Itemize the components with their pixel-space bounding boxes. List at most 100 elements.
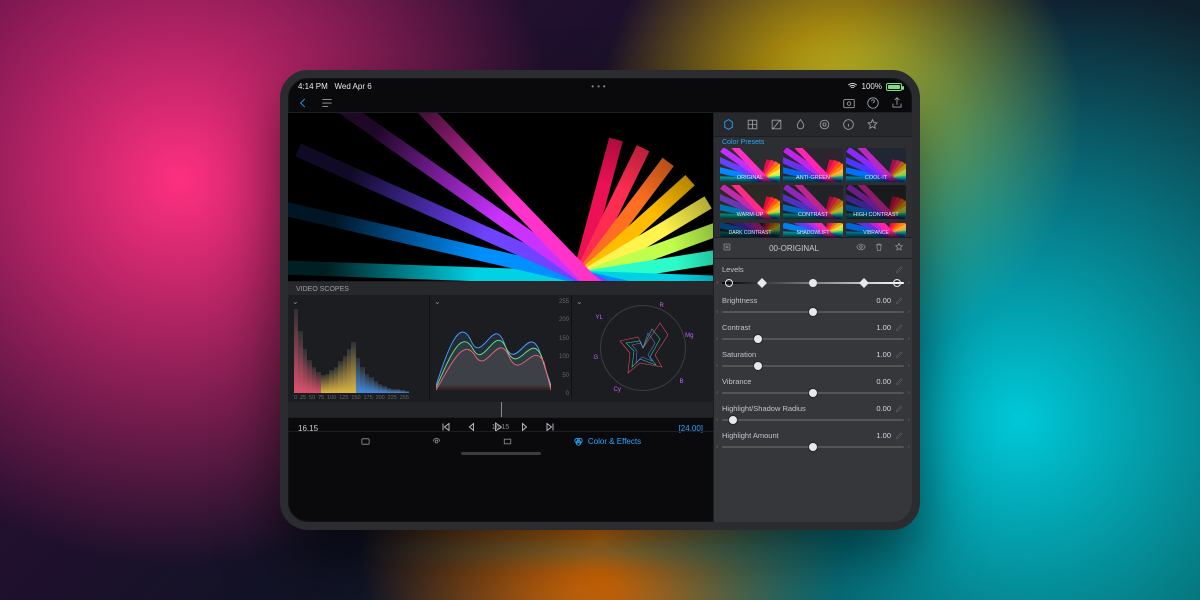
slider-highlight-amount[interactable]: Highlight Amount1.00‹› <box>722 431 904 452</box>
preset-shadowlift[interactable]: SHADOWLIFT <box>783 223 843 237</box>
status-left: 4:14 PM Wed Apr 6 <box>298 82 372 91</box>
tab-frame[interactable] <box>502 436 513 447</box>
waveform-scope[interactable]: ⌄ 255200150100500 <box>430 295 572 401</box>
levels-handle[interactable] <box>893 279 901 287</box>
slider-highlight-shadow-radius[interactable]: Highlight/Shadow Radius0.00‹› <box>722 404 904 425</box>
help-button[interactable] <box>866 96 880 110</box>
left-column: VIDEO SCOPES ⌄ 0255075100125150175200225… <box>288 113 714 522</box>
panel-tab-color[interactable] <box>722 118 735 131</box>
waveform-plot <box>436 305 551 397</box>
histogram-bars <box>294 305 409 393</box>
panel-toolbar <box>714 113 912 137</box>
tablet-frame: 4:14 PM Wed Apr 6 ••• 100% VIDEO SCOPES <box>280 70 920 530</box>
battery-icon <box>886 83 902 91</box>
wifi-icon <box>847 81 858 92</box>
playhead[interactable] <box>501 402 502 417</box>
visibility-toggle[interactable] <box>856 242 866 254</box>
status-bar: 4:14 PM Wed Apr 6 ••• 100% <box>288 78 912 94</box>
preset-dark contrast[interactable]: DARK CONTRAST <box>720 223 780 237</box>
snapshot-button[interactable] <box>842 96 856 110</box>
vtag-g: G <box>594 355 599 361</box>
slider-contrast[interactable]: Contrast1.00‹› <box>722 323 904 344</box>
add-layer-button[interactable] <box>722 242 732 254</box>
slider-thumb[interactable] <box>729 416 737 424</box>
delete-button[interactable] <box>874 242 884 254</box>
panel-tab-drop[interactable] <box>794 118 807 131</box>
panel-tab-info[interactable] <box>842 118 855 131</box>
tab-audio[interactable] <box>431 436 442 447</box>
app-toolbar <box>288 94 912 113</box>
vtag-b: B <box>679 379 683 385</box>
video-preview[interactable] <box>288 113 713 281</box>
library-button[interactable] <box>320 96 334 110</box>
slider-brightness[interactable]: Brightness0.00‹› <box>722 296 904 317</box>
preset-anti-green[interactable]: ANTI-GREEN <box>783 148 843 182</box>
pencil-icon[interactable] <box>895 350 904 359</box>
main-row: VIDEO SCOPES ⌄ 0255075100125150175200225… <box>288 113 912 522</box>
status-right: 100% <box>847 81 902 92</box>
levels-handle[interactable] <box>725 279 733 287</box>
vtag-cy: Cy <box>614 387 621 393</box>
vectorscope[interactable]: ⌄ R Mg B Cy G YL <box>572 295 713 401</box>
histogram-scope[interactable]: ⌄ 0255075100125150175200225255 <box>288 295 430 401</box>
multitask-dots[interactable]: ••• <box>591 82 608 91</box>
home-indicator[interactable] <box>461 452 541 455</box>
preset-high contrast[interactable]: HIGH CONTRAST <box>846 185 906 219</box>
preset-cool-it[interactable]: COOL-IT <box>846 148 906 182</box>
bottom-tabbar: Color & Effects <box>288 431 713 449</box>
video-scopes: ⌄ 0255075100125150175200225255 ⌄ 2552001… <box>288 295 713 401</box>
pencil-icon[interactable] <box>895 265 904 274</box>
panel-tab-wheel[interactable] <box>818 118 831 131</box>
slider-thumb[interactable] <box>754 335 762 343</box>
slider-thumb[interactable] <box>809 308 817 316</box>
tab-color-effects[interactable]: Color & Effects <box>573 436 641 447</box>
tablet-reflection <box>340 530 860 570</box>
pencil-icon[interactable] <box>895 296 904 305</box>
levels-handle[interactable] <box>859 278 869 288</box>
preview-artwork <box>288 113 713 281</box>
pencil-icon[interactable] <box>895 323 904 332</box>
inspector-panel: Color Presets ORIGINALANTI-GREENCOOL-IT W… <box>714 113 912 522</box>
status-date: Wed Apr 6 <box>334 82 371 91</box>
pencil-icon[interactable] <box>895 377 904 386</box>
timeline-ruler[interactable] <box>288 401 713 417</box>
slider-thumb[interactable] <box>809 389 817 397</box>
panel-tab-curves[interactable] <box>770 118 783 131</box>
tab-clip[interactable] <box>360 436 371 447</box>
favorite-toggle[interactable] <box>894 242 904 254</box>
slider-saturation[interactable]: Saturation1.00‹› <box>722 350 904 371</box>
panel-tab-lut[interactable] <box>746 118 759 131</box>
vtag-mg: Mg <box>685 333 693 339</box>
waveform-yticks: 255200150100500 <box>559 299 569 397</box>
pencil-icon[interactable] <box>895 404 904 413</box>
sliders-list: Levels‹› Brightness0.00‹› Contrast1.00‹› Sa… <box>714 259 912 522</box>
share-button[interactable] <box>890 96 904 110</box>
preset-original[interactable]: ORIGINAL <box>720 148 780 182</box>
slider-thumb[interactable] <box>809 443 817 451</box>
app-screen: 4:14 PM Wed Apr 6 ••• 100% VIDEO SCOPES <box>288 78 912 522</box>
vtag-r: R <box>660 303 664 309</box>
panel-tab-fav[interactable] <box>866 118 879 131</box>
status-time: 4:14 PM <box>298 82 328 91</box>
slider-levels[interactable]: Levels‹› <box>722 265 904 290</box>
vtag-yl: YL <box>596 315 603 321</box>
preset-grid: ORIGINALANTI-GREENCOOL-IT WARM-UPCONTRAST… <box>714 148 912 223</box>
presets-title: Color Presets <box>714 137 912 148</box>
vectorscope-trace <box>600 305 686 391</box>
inspector-header: 00-ORIGINAL <box>714 237 912 259</box>
slider-vibrance[interactable]: Vibrance0.00‹› <box>722 377 904 398</box>
slider-thumb[interactable] <box>754 362 762 370</box>
preset-vibrance[interactable]: VIBRANCE <box>846 223 906 237</box>
preset-warm-up[interactable]: WARM-UP <box>720 185 780 219</box>
selected-preset: 00-ORIGINAL <box>769 244 819 253</box>
back-button[interactable] <box>296 96 310 110</box>
pencil-icon[interactable] <box>895 431 904 440</box>
chevron-down-icon[interactable]: ⌄ <box>576 297 583 306</box>
preset-grid-row4: DARK CONTRASTSHADOWLIFTVIBRANCE <box>714 223 912 237</box>
levels-handle[interactable] <box>809 279 817 287</box>
vectorscope-graphic: R Mg B Cy G YL <box>600 305 686 391</box>
battery-pct: 100% <box>862 82 882 91</box>
levels-handle[interactable] <box>757 278 767 288</box>
preset-contrast[interactable]: CONTRAST <box>783 185 843 219</box>
scopes-header: VIDEO SCOPES <box>288 281 713 295</box>
